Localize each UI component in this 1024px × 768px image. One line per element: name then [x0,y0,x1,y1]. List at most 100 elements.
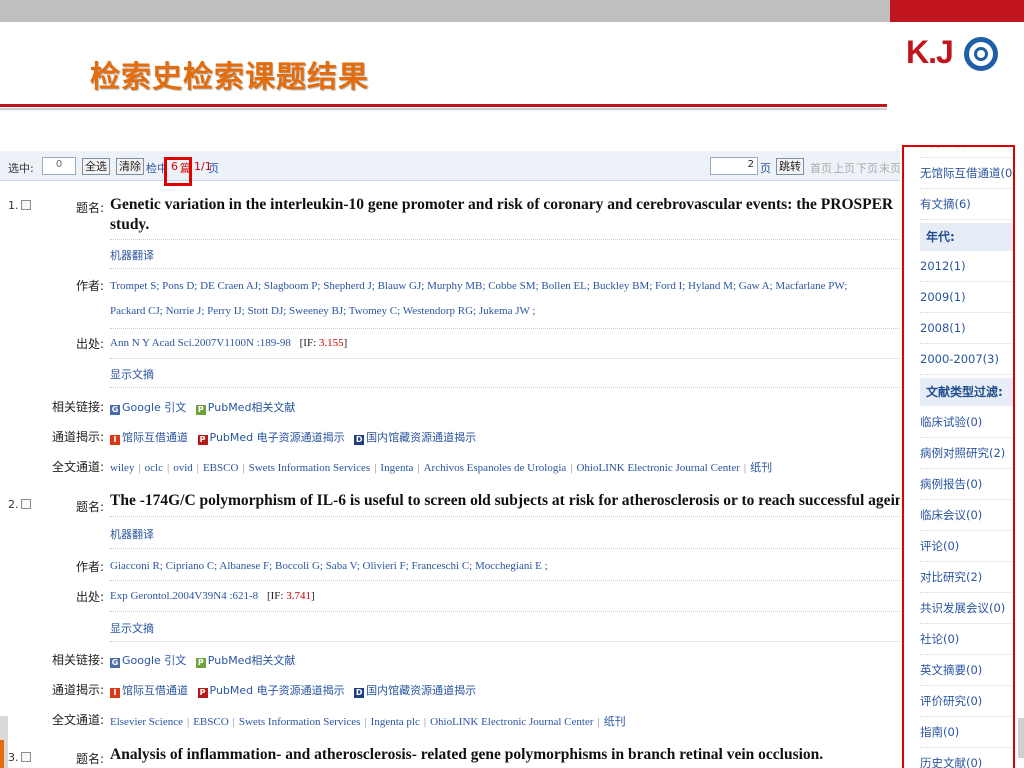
record-1-ill-link[interactable]: 馆际互借通道 [122,431,188,444]
title-rule-shadow [0,108,887,110]
domestic-icon: D [354,688,365,698]
record-1-machine-translate-link[interactable]: 机器翻译 [110,247,900,263]
nav-next-link[interactable]: 下页 [856,160,878,176]
record-1-source-journal[interactable]: Ann N Y Acad Sci.2007V1100N :189-98 [110,337,291,349]
record-1-channel-links: I 馆际互借通道 P PubMed 电子资源通道揭示 D 国内馆藏资源通道揭示 [110,429,900,445]
record-2-ill-link[interactable]: 馆际互借通道 [122,684,188,697]
selected-count-field[interactable]: 0 [42,157,76,175]
record-2-machine-translate-link[interactable]: 机器翻译 [110,526,900,542]
record-1-authors-line2[interactable]: Packard CJ; Norrie J; Perry IJ; Stott DJ… [110,305,900,317]
record-1-index: 1. [8,199,19,212]
clear-button[interactable]: 清除 [116,158,144,175]
filter-year[interactable]: 2000-2007(3) [920,344,1013,375]
record-1-fulltext-links: wiley | oclc | ovid | EBSCO | Swets Information … [110,461,773,474]
filter-ill[interactable]: 馆际互借通道(0) [920,147,1013,158]
filter-doctype[interactable]: 对比研究(2) [920,562,1013,593]
filter-no-ill[interactable]: 无馆际互借通道(0) [920,158,1013,189]
fulltext-link[interactable]: OhioLINK Electronic Journal Center [430,716,593,728]
record-2-channel-links: I 馆际互借通道 P PubMed 电子资源通道揭示 D 国内馆藏资源通道揭示 [110,682,900,698]
google-icon: G [110,405,120,415]
title-rule [0,104,887,107]
google-icon: G [110,658,120,668]
record-1-title[interactable]: Genetic variation in the interleukin-10 … [110,195,900,235]
record-2-pubmed-link[interactable]: PubMed相关文献 [208,654,296,667]
fulltext-link[interactable]: oclc [145,462,163,474]
filter-doctype[interactable]: 共识发展会议(0) [920,593,1013,624]
page-suffix: 页 [208,162,219,175]
nav-prev-link[interactable]: 上页 [833,160,855,176]
record-2-domestic-link[interactable]: 国内馆藏资源通道揭示 [366,684,476,697]
record-2-impact-factor: 3.741 [286,590,311,602]
record-2-show-abstract-link[interactable]: 显示文摘 [110,620,900,636]
filter-doctype[interactable]: 临床试验(0) [920,407,1013,438]
record-2-checkbox[interactable] [20,499,31,509]
select-label: 选中: [8,162,34,175]
record-2-channels-label: 通道揭示: [51,683,104,697]
pubmed-res-icon: P [197,435,208,445]
nav-last-link[interactable]: 末页 [879,160,900,176]
record-2-title[interactable]: The -174G/C polymorphism of IL-6 is usef… [110,492,900,510]
filter-year[interactable]: 2008(1) [920,313,1013,344]
filter-year[interactable]: 2012(1) [920,251,1013,282]
record-1-google-link[interactable]: Google 引文 [122,401,186,414]
record-1-checkbox[interactable] [20,200,31,210]
record-2-authors-label: 作者: [75,560,104,574]
record-2-pubmed-res-link[interactable]: PubMed 电子资源通道揭示 [210,684,345,697]
record-2-related-label: 相关链接: [51,653,104,667]
fulltext-link[interactable]: OhioLINK Electronic Journal Center [576,462,739,474]
fulltext-link[interactable]: EBSCO [203,462,238,474]
filter-doctype[interactable]: 指南(0) [920,717,1013,748]
record-1-pubmed-res-link[interactable]: PubMed 电子资源通道揭示 [210,431,345,444]
filter-has-abstract[interactable]: 有文摘(6) [920,189,1013,220]
nav-first-link[interactable]: 首页 [810,160,832,176]
filter-doctype[interactable]: 评价研究(0) [920,686,1013,717]
record-1-show-abstract-link[interactable]: 显示文摘 [110,366,900,382]
record-2-source-journal[interactable]: Exp Gerontol.2004V39N4 :621-8 [110,590,258,602]
record-2-google-link[interactable]: Google 引文 [122,654,186,667]
slide-corner-accent [0,740,4,768]
kj-logo: K.J [906,34,1002,74]
record-1-if-suffix: ] [343,337,348,349]
record-2-related-links: G Google 引文 P PubMed相关文献 [110,652,900,668]
fulltext-link[interactable]: EBSCO [193,716,228,728]
record-3-title[interactable]: Analysis of inflammation- and atheroscle… [110,746,900,764]
goto-button[interactable]: 跳转 [776,158,804,175]
record-3-index: 3. [8,751,19,764]
fulltext-link[interactable]: wiley [110,462,134,474]
filter-doctype[interactable]: 病例对照研究(2) [920,438,1013,469]
filter-doctype[interactable]: 病例报告(0) [920,469,1013,500]
filter-doctype[interactable]: 历史文献(0) [920,748,1013,768]
record-1-title-label: 题名: [75,201,104,215]
goto-page-input[interactable]: 2 [710,157,758,175]
fulltext-link[interactable]: 纸刊 [750,461,772,474]
select-all-button[interactable]: 全选 [82,158,110,175]
filter-year[interactable]: 2009(1) [920,282,1013,313]
filter-doctype[interactable]: 评论(0) [920,531,1013,562]
ill-icon: I [110,688,120,698]
record-2-source-label: 出处: [75,590,104,604]
record-1-source-label: 出处: [75,337,104,351]
record-2-source: Exp Gerontol.2004V39N4 :621-8 [IF: 3.741… [110,590,900,602]
results-panel: 选中: 0 全选 清除 检中 6 篇 1/1 页 2 页 跳转 首页 上页 下页… [0,147,900,768]
record-1-related-label: 相关链接: [51,400,104,414]
filter-doctype[interactable]: 社论(0) [920,624,1013,655]
record-3-checkbox[interactable] [20,752,31,762]
fulltext-link[interactable]: Ingenta [380,462,413,474]
fulltext-link[interactable]: ovid [173,462,193,474]
record-1-domestic-link[interactable]: 国内馆藏资源通道揭示 [366,431,476,444]
fulltext-link[interactable]: Ingenta plc [371,716,420,728]
fulltext-link[interactable]: Swets Information Services [239,716,361,728]
record-1-pubmed-link[interactable]: PubMed相关文献 [208,401,296,414]
fulltext-link[interactable]: Swets Information Services [249,462,371,474]
filter-doctype[interactable]: 英文摘要(0) [920,655,1013,686]
fulltext-link[interactable]: Archivos Espanoles de Urologia [424,462,567,474]
record-1-number: 1. [8,199,31,212]
doctype-filter-heading: 文献类型过滤: [920,378,1013,406]
fulltext-link[interactable]: Elsevier Science [110,716,183,728]
record-1-authors-line1[interactable]: Trompet S; Pons D; DE Craen AJ; Slagboom… [110,280,900,292]
filter-doctype[interactable]: 临床会议(0) [920,500,1013,531]
record-2-authors-line1[interactable]: Giacconi R; Cipriano C; Albanese F; Bocc… [110,560,900,572]
fulltext-link[interactable]: 纸刊 [604,715,626,728]
logo-text: K.J [906,34,954,70]
record-2-index: 2. [8,498,19,511]
